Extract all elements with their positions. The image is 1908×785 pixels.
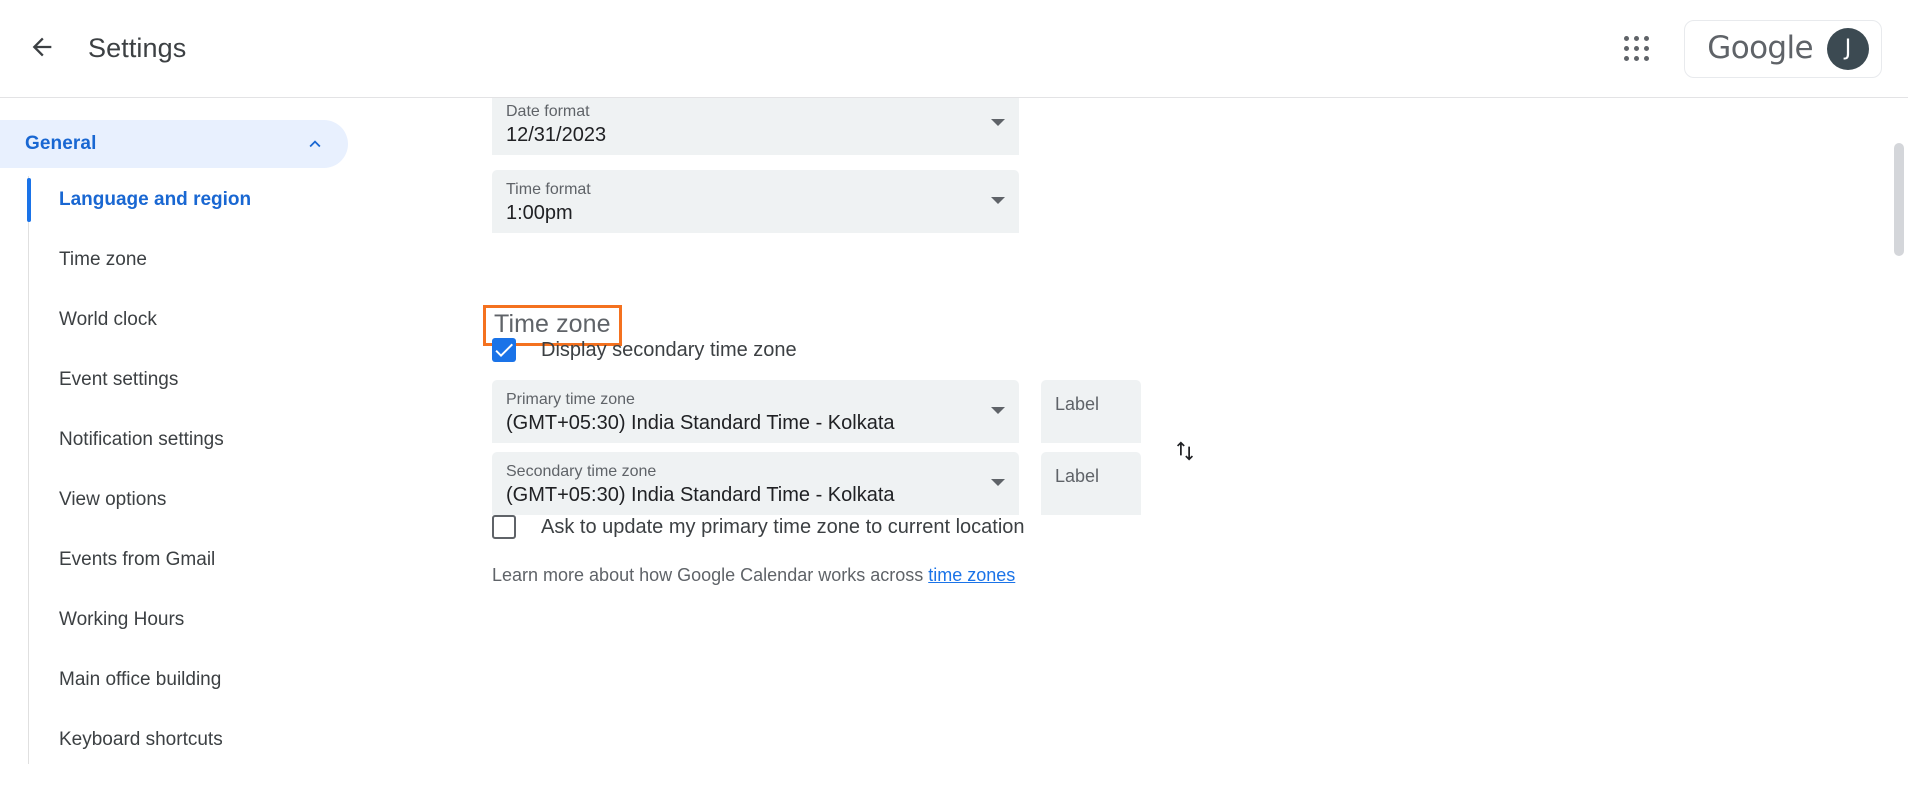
swap-vertical-icon	[1172, 438, 1198, 467]
swap-timezones-button[interactable]	[1163, 430, 1207, 474]
secondary-timezone-select[interactable]: Secondary time zone (GMT+05:30) India St…	[492, 452, 1019, 515]
dropdown-arrow-icon	[991, 119, 1005, 126]
time-zones-link[interactable]: time zones	[928, 565, 1015, 585]
learn-more-text: Learn more about how Google Calendar wor…	[492, 565, 1015, 586]
avatar[interactable]: J	[1827, 28, 1869, 70]
dropdown-arrow-icon	[991, 197, 1005, 204]
sidebar-item-event-settings[interactable]: Event settings	[0, 350, 351, 410]
time-format-value: 1:00pm	[506, 200, 977, 227]
primary-timezone-label: Primary time zone	[506, 390, 977, 409]
time-format-select[interactable]: Time format 1:00pm	[492, 170, 1019, 233]
sidebar-item-view-options[interactable]: View options	[0, 470, 351, 530]
primary-timezone-value: (GMT+05:30) India Standard Time - Kolkat…	[506, 410, 977, 437]
timezone-selects: Primary time zone (GMT+05:30) India Stan…	[492, 380, 1019, 515]
date-format-field-wrap: Date format 12/31/2023	[492, 98, 1019, 155]
sidebar-item-language-and-region[interactable]: Language and region	[0, 170, 351, 230]
secondary-timezone-value: (GMT+05:30) India Standard Time - Kolkat…	[506, 482, 977, 509]
dropdown-arrow-icon	[991, 407, 1005, 414]
sidebar-group-label: General	[25, 133, 96, 155]
settings-content: Date format 12/31/2023 Time format 1:00p…	[352, 98, 1908, 785]
primary-label-field[interactable]	[1041, 380, 1141, 443]
google-wordmark: Google	[1707, 33, 1813, 64]
sidebar-item-label: Time zone	[59, 249, 147, 271]
date-format-select[interactable]: Date format 12/31/2023	[492, 98, 1019, 155]
settings-sidebar: General Language and region Time zone Worl…	[0, 98, 352, 785]
section-title: Time zone	[494, 310, 611, 339]
sidebar-item-world-clock[interactable]: World clock	[0, 290, 351, 350]
secondary-timezone-label: Secondary time zone	[506, 462, 977, 481]
sidebar-item-main-office-building[interactable]: Main office building	[0, 650, 351, 710]
account-chip[interactable]: Google J	[1684, 20, 1882, 78]
date-format-label: Date format	[506, 102, 977, 121]
back-button[interactable]	[14, 21, 70, 77]
ask-update-checkbox[interactable]	[492, 515, 516, 539]
timezone-label-inputs	[1041, 380, 1141, 515]
page-title: Settings	[88, 33, 186, 64]
page-scrollbar-thumb[interactable]	[1894, 143, 1904, 256]
page-scrollbar-track[interactable]	[1890, 99, 1908, 785]
sidebar-item-label: Working Hours	[59, 609, 184, 631]
date-format-value: 12/31/2023	[506, 122, 977, 149]
sidebar-group-general[interactable]: General	[0, 120, 348, 168]
header-actions: Google J	[1610, 20, 1908, 78]
sidebar-item-notification-settings[interactable]: Notification settings	[0, 410, 351, 470]
timezone-fields-group: Primary time zone (GMT+05:30) India Stan…	[492, 380, 1207, 515]
sidebar-items: Language and region Time zone World clock E…	[0, 170, 351, 770]
checkmark-icon	[492, 338, 516, 362]
display-secondary-checkbox[interactable]	[492, 338, 516, 362]
sidebar-item-label: Events from Gmail	[59, 549, 215, 571]
sidebar-item-label: Keyboard shortcuts	[59, 729, 223, 751]
arrow-left-icon	[28, 33, 56, 64]
app-header: Settings Google J	[0, 0, 1908, 98]
sidebar-item-label: Main office building	[59, 669, 221, 691]
sidebar-item-label: View options	[59, 489, 166, 511]
sidebar-item-working-hours[interactable]: Working Hours	[0, 590, 351, 650]
ask-update-label: Ask to update my primary time zone to cu…	[541, 516, 1025, 539]
time-format-field-wrap: Time format 1:00pm	[492, 170, 1019, 233]
chevron-up-icon[interactable]	[304, 133, 326, 155]
dropdown-arrow-icon	[991, 479, 1005, 486]
sidebar-item-keyboard-shortcuts[interactable]: Keyboard shortcuts	[0, 710, 351, 770]
display-secondary-row: Display secondary time zone	[492, 338, 797, 362]
ask-update-row: Ask to update my primary time zone to cu…	[492, 515, 1025, 539]
sidebar-item-label: Event settings	[59, 369, 178, 391]
time-format-label: Time format	[506, 180, 977, 199]
sidebar-item-label: World clock	[59, 309, 157, 331]
sidebar-item-label: Notification settings	[59, 429, 224, 451]
secondary-label-input[interactable]	[1055, 466, 1127, 487]
primary-timezone-select[interactable]: Primary time zone (GMT+05:30) India Stan…	[492, 380, 1019, 443]
sidebar-item-events-from-gmail[interactable]: Events from Gmail	[0, 530, 351, 590]
learn-more-prefix: Learn more about how Google Calendar wor…	[492, 565, 928, 585]
apps-launcher-button[interactable]	[1610, 23, 1662, 75]
primary-label-input[interactable]	[1055, 394, 1127, 415]
secondary-label-field[interactable]	[1041, 452, 1141, 515]
sidebar-item-time-zone[interactable]: Time zone	[0, 230, 351, 290]
apps-grid-icon	[1624, 36, 1649, 61]
display-secondary-label: Display secondary time zone	[541, 339, 797, 362]
sidebar-item-label: Language and region	[59, 189, 251, 211]
